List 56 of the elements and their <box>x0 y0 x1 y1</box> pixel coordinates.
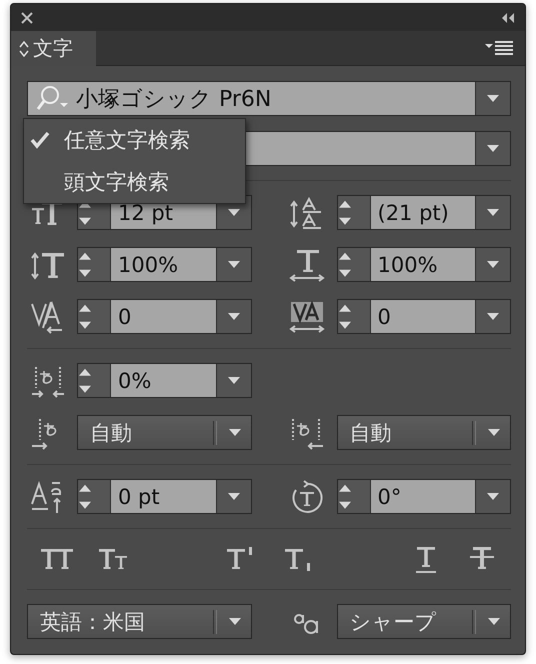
field-value: 0 pt <box>111 480 216 513</box>
dropdown-arrow-icon[interactable] <box>226 376 240 385</box>
dropdown-button[interactable] <box>216 364 250 397</box>
field-value: (21 pt) <box>370 196 475 229</box>
dropdown-arrow-icon[interactable] <box>228 428 242 437</box>
field-value: 100% <box>111 248 216 281</box>
dropdown-button[interactable] <box>475 248 510 281</box>
dropdown-field[interactable]: シャープ <box>336 604 511 639</box>
collapse-icon[interactable] <box>501 12 515 22</box>
dropdown-arrow-icon[interactable] <box>226 312 240 321</box>
dropdown-arrow-icon[interactable] <box>226 260 240 269</box>
dropdown-field[interactable]: 自動 <box>336 415 511 450</box>
dropdown-arrow-icon[interactable] <box>228 617 242 626</box>
tracking-icon <box>289 300 325 334</box>
menu-icon[interactable] <box>485 40 515 56</box>
dropdown-arrow-icon[interactable] <box>486 312 500 321</box>
dropdown-button[interactable] <box>475 82 510 115</box>
dropdown-arrow-icon[interactable] <box>487 617 501 626</box>
value-field[interactable]: 0% <box>77 363 252 398</box>
horizontal-scale-icon <box>289 248 325 282</box>
dropdown-button[interactable] <box>216 480 250 513</box>
updown-icon <box>19 40 29 56</box>
value-field[interactable]: 100% <box>77 247 252 282</box>
field-value: 0° <box>370 480 475 513</box>
field-value: 0 <box>111 300 216 333</box>
dropdown-arrow-icon[interactable] <box>486 260 500 269</box>
dropdown-arrow-icon[interactable] <box>226 208 240 217</box>
dropdown-button[interactable] <box>475 480 510 513</box>
dropdown-button[interactable] <box>475 300 510 333</box>
dropdown-arrow-icon[interactable] <box>487 428 501 437</box>
value-field[interactable]: 0 <box>336 299 511 334</box>
dropdown-arrow-icon[interactable] <box>486 144 500 153</box>
field-value: 0% <box>111 364 216 397</box>
menu-item[interactable]: 任意文字検索 <box>24 119 245 161</box>
panel-tab[interactable]: 文字 <box>11 31 96 66</box>
dropdown-arrow-icon[interactable] <box>486 208 500 217</box>
dropdown-arrow-icon[interactable] <box>226 492 240 501</box>
dropdown-field[interactable]: 英語：米国 <box>27 604 252 639</box>
dropdown-button[interactable] <box>475 196 510 229</box>
value-field[interactable]: (21 pt) <box>336 195 511 230</box>
value-field[interactable]: 0° <box>336 479 511 514</box>
value-field[interactable]: 0 <box>77 299 252 334</box>
close-icon[interactable] <box>21 12 33 24</box>
field-value: 100% <box>370 248 475 281</box>
value-field[interactable]: 0 pt <box>77 479 252 514</box>
field-value: 0 <box>370 300 475 333</box>
value-field[interactable]: 100% <box>336 247 511 282</box>
dropdown-arrow-icon[interactable] <box>486 94 500 103</box>
value-field[interactable]: 12 pt <box>77 195 252 230</box>
dropdown-arrow-icon[interactable] <box>486 492 500 501</box>
dropdown-button[interactable] <box>216 300 250 333</box>
dropdown-button[interactable] <box>216 248 250 281</box>
dropdown-button[interactable] <box>475 132 510 165</box>
font-family-field[interactable]: 小塚ゴシック Pr6N <box>27 81 511 116</box>
font-family-value: 小塚ゴシック Pr6N <box>76 86 272 114</box>
dropdown-field[interactable]: 自動 <box>77 415 252 450</box>
